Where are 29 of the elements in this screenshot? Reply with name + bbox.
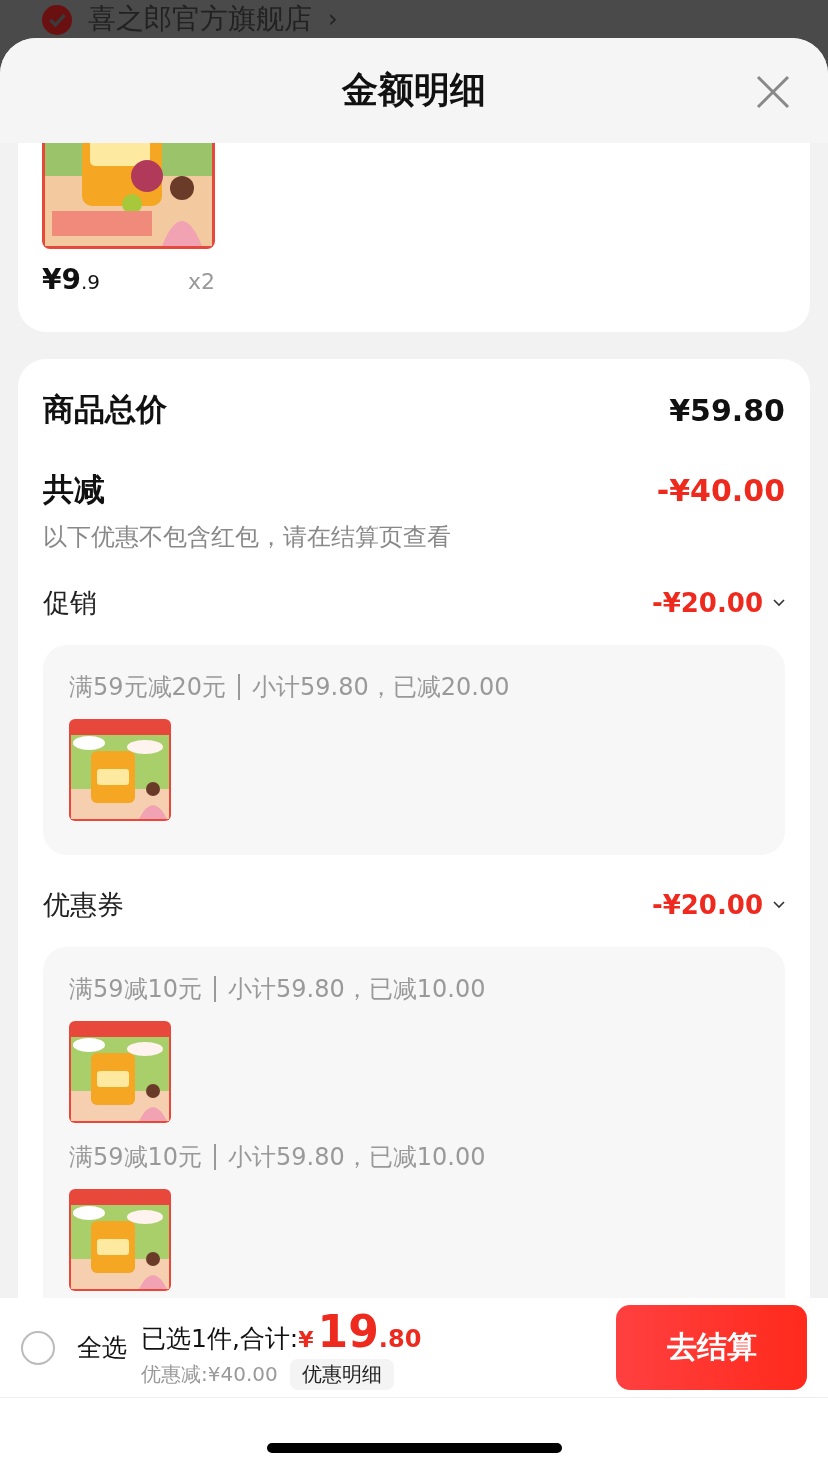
discount-detail-button[interactable]: 优惠明细 <box>289 1358 394 1390</box>
item-quantity: x2 <box>187 269 215 294</box>
section-title: 促销 <box>43 586 98 620</box>
chevron: › <box>328 4 338 34</box>
discount-summary: 优惠减:¥40.00 <box>141 1360 278 1388</box>
item-price: ¥9.9 <box>42 263 101 296</box>
reduction-amount: -¥40.00 <box>656 472 785 508</box>
total-price: ¥59.80 <box>669 392 785 428</box>
total-label: 商品总价 <box>43 390 167 429</box>
select-all-checkbox[interactable] <box>21 1330 55 1365</box>
close-icon[interactable] <box>756 75 790 109</box>
discount-rule: 满59元减20元 <box>69 672 227 703</box>
caret-icon[interactable] <box>773 599 785 607</box>
note-text: 以下优惠不包含红包，请在结算页查看 <box>43 522 452 553</box>
section-amount[interactable]: -¥20.00 <box>651 588 763 618</box>
caret-icon[interactable] <box>773 901 785 909</box>
total-amount: ¥19.80 <box>298 1305 422 1357</box>
select-all-label[interactable]: 全选 <box>77 1331 127 1364</box>
section-amount[interactable]: -¥20.00 <box>651 890 763 920</box>
discount-rule: 满59减10元 <box>69 1142 203 1173</box>
checkout-button[interactable]: 去结算 <box>616 1305 807 1390</box>
discount-rule: 满59减10元 <box>69 974 203 1005</box>
sheet-title: 金额明细 <box>342 68 486 112</box>
discount-subtotal: 小计59.80，已减10.00 <box>228 974 486 1005</box>
section-title: 优惠券 <box>43 888 125 922</box>
discount-subtotal: 小计59.80，已减20.00 <box>252 672 510 703</box>
selected-summary: 已选1件,合计: <box>141 1322 299 1355</box>
discount-subtotal: 小计59.80，已减10.00 <box>228 1142 486 1173</box>
reduction-label: 共减 <box>43 470 105 509</box>
